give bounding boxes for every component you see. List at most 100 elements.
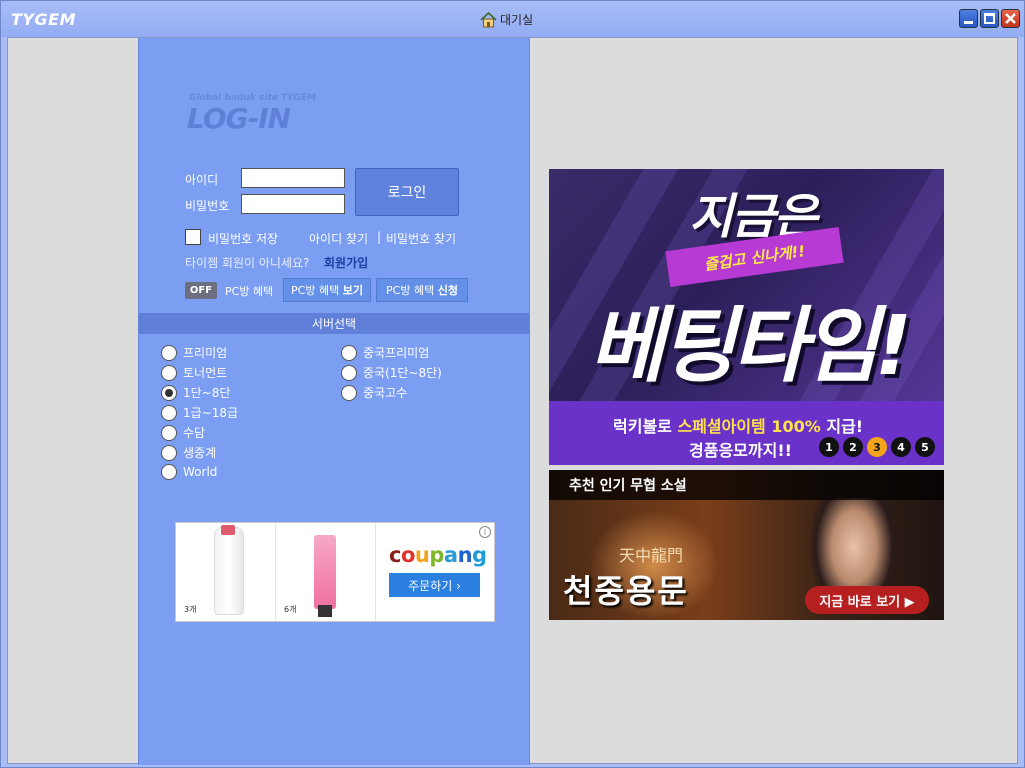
server-option-china-master[interactable]: 중국고수	[341, 384, 407, 401]
ad-info-icon[interactable]: i	[479, 526, 491, 538]
server-option-tournament[interactable]: 토너먼트	[161, 364, 227, 381]
server-label: 1급~18급	[183, 406, 239, 420]
novel-banner-header: 추천 인기 무협 소설	[549, 470, 944, 500]
view-now-button[interactable]: 지금 바로 보기 ▶	[805, 586, 929, 614]
pc-apply-prefix: PC방 혜택	[386, 284, 435, 297]
banner-main-text: 베팅타임!	[589, 299, 912, 394]
line1-highlight: 스페셜아이템 100%	[677, 417, 821, 436]
server-label: 중국(1단~8단)	[363, 366, 442, 380]
app-window: TYGEM 대기실 Global baduk site TYGEM LOG-IN…	[0, 0, 1025, 768]
server-option-sudam[interactable]: 수담	[161, 424, 205, 441]
radio-button[interactable]	[341, 344, 357, 361]
server-label: 중국고수	[363, 386, 408, 400]
server-option-kyu[interactable]: 1급~18급	[161, 404, 238, 421]
logo-letter: p	[429, 543, 444, 567]
home-icon	[480, 11, 497, 28]
logo-letter: c	[389, 543, 401, 567]
radio-button[interactable]	[161, 444, 177, 461]
pc-benefit-view-button[interactable]: PC방 혜택 보기	[283, 278, 371, 302]
novel-hanja-title: 天中龍門	[619, 546, 684, 565]
pc-benefit-apply-button[interactable]: PC방 혜택 신청	[376, 278, 468, 302]
page-dot-5[interactable]: 5	[915, 437, 935, 457]
pc-view-prefix: PC방 혜택	[291, 284, 340, 297]
page-dot-2[interactable]: 2	[843, 437, 863, 457]
bottle-cap	[221, 525, 235, 535]
radio-button[interactable]	[341, 384, 357, 401]
radio-button[interactable]	[161, 364, 177, 381]
link-separator: |	[377, 230, 382, 244]
banner-line2: 경품응모까지!!	[689, 441, 792, 460]
server-option-china-premium[interactable]: 중국프리미엄	[341, 344, 429, 361]
line1-prefix: 럭키볼로	[613, 417, 678, 436]
not-member-text: 타이젬 회원이 아니세요?	[185, 256, 310, 270]
find-id-link[interactable]: 아이디 찾기	[309, 230, 368, 247]
order-button[interactable]: 주문하기 ›	[389, 573, 480, 597]
server-label: 중국프리미엄	[363, 346, 430, 360]
find-password-link[interactable]: 비밀번호 찾기	[386, 230, 456, 247]
server-label: 프리미엄	[183, 346, 228, 360]
pc-benefit-toggle[interactable]: OFF	[185, 282, 217, 299]
radio-button-selected[interactable]	[161, 384, 177, 401]
tube-image	[314, 535, 336, 609]
pc-view-bold: 보기	[342, 284, 363, 297]
radio-button[interactable]	[161, 404, 177, 421]
ad-item-count: 3개	[184, 605, 197, 614]
login-button[interactable]: 로그인	[355, 168, 459, 216]
server-option-live[interactable]: 생중계	[161, 444, 216, 461]
ad-item-count: 6개	[284, 605, 297, 614]
pc-benefit-label: PC방 혜택	[225, 285, 274, 298]
page-dot-1[interactable]: 1	[819, 437, 839, 457]
server-option-dan[interactable]: 1단~8단	[161, 384, 230, 401]
save-password-label: 비밀번호 저장	[208, 232, 279, 246]
banner-line1: 럭키볼로 스페셜아이템 100% 지급!	[613, 413, 863, 437]
logo-letter: u	[414, 543, 430, 567]
window-title: 대기실	[480, 11, 533, 28]
radio-button[interactable]	[161, 424, 177, 441]
tube-cap	[318, 605, 332, 617]
line1-suffix: 지급!	[820, 417, 864, 436]
novel-title: 천중용문	[563, 572, 689, 610]
minimize-icon[interactable]	[959, 9, 978, 28]
password-label: 비밀번호	[185, 199, 230, 213]
id-input[interactable]	[241, 168, 345, 188]
server-label: 1단~8단	[183, 386, 231, 400]
login-title: LOG-IN	[187, 102, 291, 135]
server-option-china-dan[interactable]: 중국(1단~8단)	[341, 364, 442, 381]
tygem-logo: TYGEM	[11, 10, 76, 29]
ad-product-shampoo[interactable]: 3개	[176, 523, 276, 621]
pc-apply-bold: 신청	[437, 284, 458, 297]
banner-pagination: 1 2 3 4 5	[819, 437, 935, 457]
page-dot-4[interactable]: 4	[891, 437, 911, 457]
password-input[interactable]	[241, 194, 345, 214]
server-option-premium[interactable]: 프리미엄	[161, 344, 227, 361]
logo-letter: o	[400, 543, 415, 567]
maximize-icon[interactable]	[980, 9, 999, 28]
radio-button[interactable]	[161, 464, 177, 480]
title-text: 대기실	[500, 13, 534, 27]
coupang-ad[interactable]: 3개 6개 coupang 주문하기 › i	[175, 522, 495, 622]
client-area: Global baduk site TYGEM LOG-IN 아이디 비밀번호 …	[7, 37, 1018, 765]
page-dot-3-active[interactable]: 3	[867, 437, 887, 457]
id-label: 아이디	[185, 173, 219, 187]
server-label: World	[183, 465, 218, 479]
logo-letter: g	[472, 543, 487, 567]
shampoo-bottle-image	[214, 527, 244, 615]
save-password-checkbox[interactable]	[185, 229, 201, 245]
window-controls	[959, 9, 1020, 28]
join-link[interactable]: 회원가입	[324, 254, 368, 271]
radio-button[interactable]	[341, 364, 357, 381]
betting-time-banner[interactable]: 지금은 즐겁고 신나게!! 베팅타임! 럭키볼로 스페셜아이템 100% 지급!…	[549, 169, 944, 465]
server-label: 토너먼트	[183, 366, 228, 380]
server-select-header: 서버선택	[139, 313, 529, 334]
server-option-world[interactable]: World	[161, 464, 217, 480]
logo-letter: a	[443, 543, 458, 567]
close-icon[interactable]	[1001, 9, 1020, 28]
coupang-logo: coupang	[389, 543, 487, 567]
novel-banner[interactable]: 추천 인기 무협 소설 天中龍門 천중용문 지금 바로 보기 ▶	[549, 470, 944, 620]
title-bar[interactable]: TYGEM 대기실	[1, 1, 1024, 37]
banner-footer: 럭키볼로 스페셜아이템 100% 지급! 경품응모까지!! 1 2 3 4 5	[549, 401, 944, 465]
server-label: 수담	[183, 426, 206, 440]
login-panel: Global baduk site TYGEM LOG-IN 아이디 비밀번호 …	[138, 38, 530, 765]
radio-button[interactable]	[161, 344, 177, 361]
logo-letter: n	[457, 543, 473, 567]
